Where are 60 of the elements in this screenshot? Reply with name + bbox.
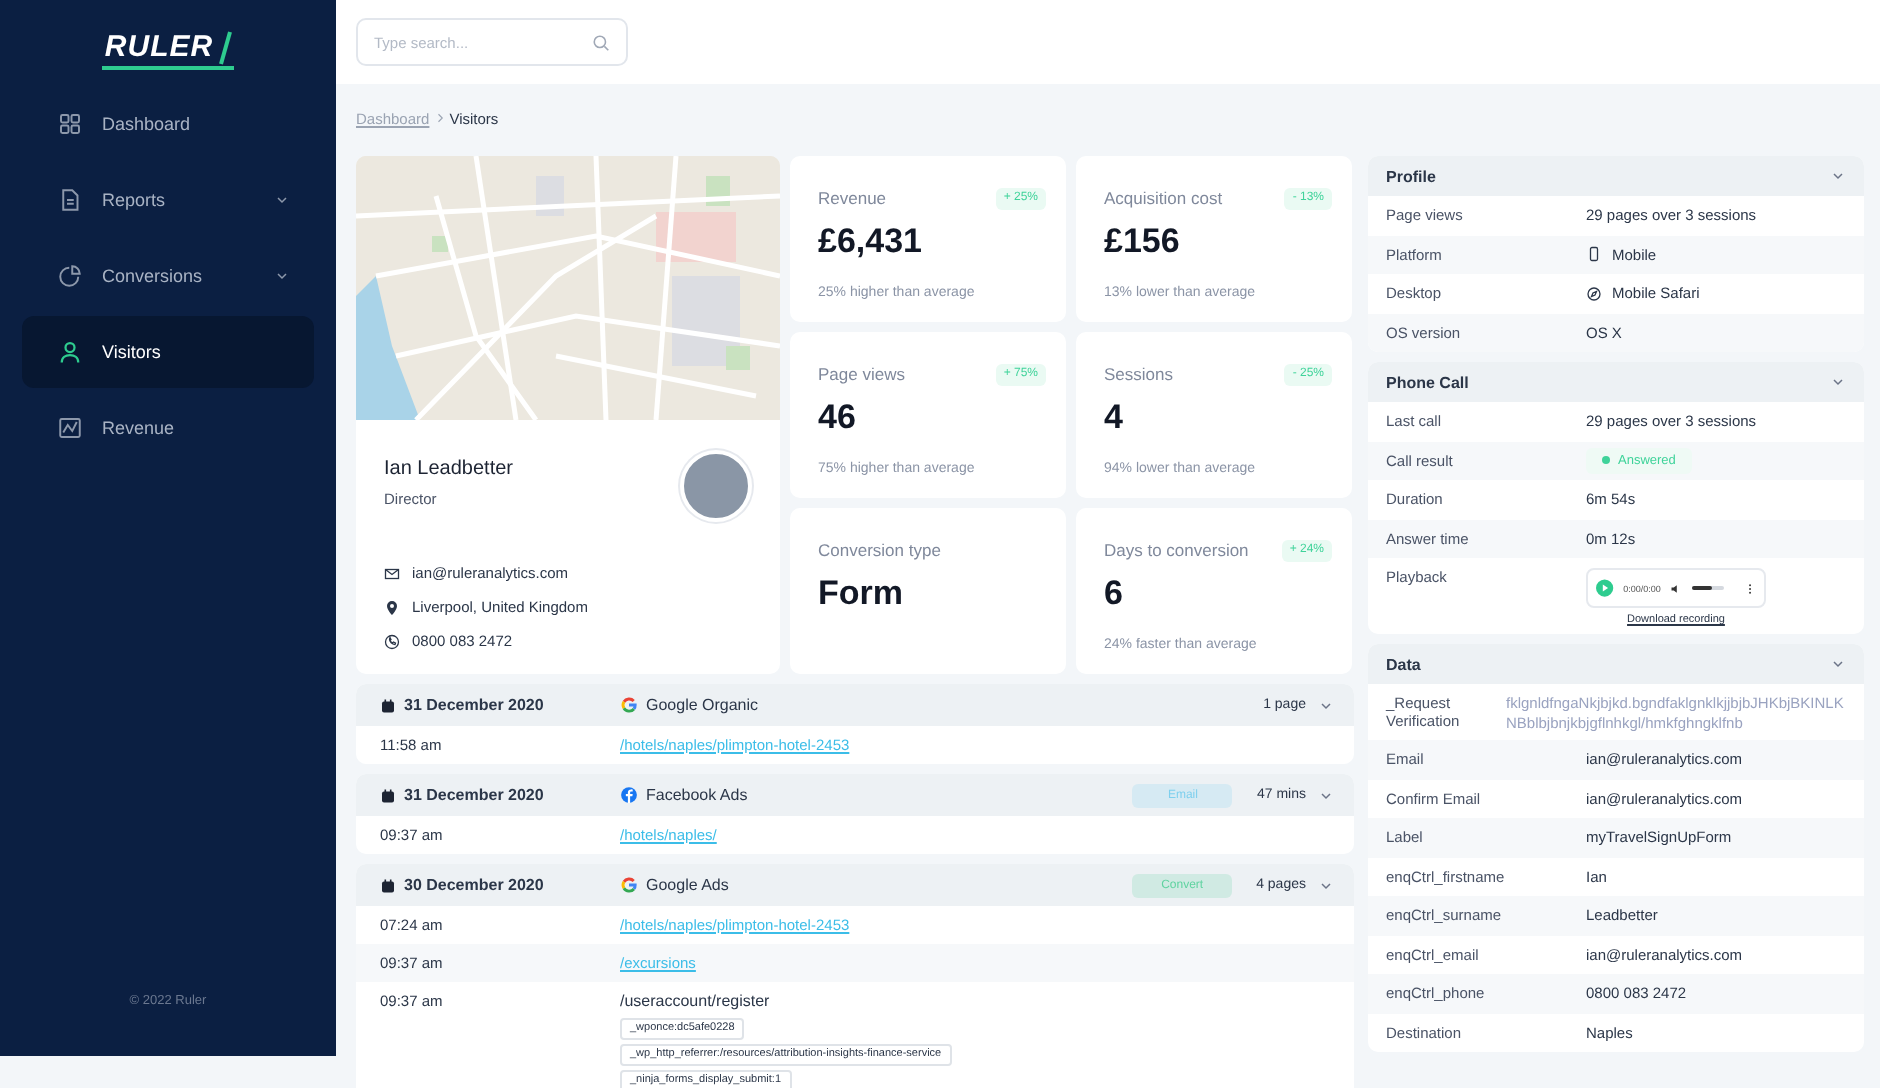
traffic-source: Google Organic (646, 696, 759, 714)
stat-label: Sessions (1104, 364, 1173, 386)
stat-label: Days to conversion (1104, 540, 1249, 562)
visitor-name: Ian Leadbetter (384, 458, 513, 480)
calendar-icon (380, 787, 396, 803)
stat-label: Revenue (818, 188, 887, 210)
traffic-source: Facebook Ads (646, 786, 748, 804)
session-date: 31 December 2020 (404, 786, 544, 804)
page-path: /useraccount/register (620, 992, 770, 1010)
chevron-down-icon (274, 268, 290, 284)
facebook-icon (620, 786, 638, 804)
sidebar-item[interactable]: Dashboard (22, 88, 314, 160)
chevron-down-icon[interactable] (1318, 877, 1334, 893)
session-date: 31 December 2020 (404, 696, 544, 714)
speaker-icon[interactable] (1670, 581, 1683, 595)
chevron-down-icon (1830, 656, 1846, 672)
calendar-icon (380, 877, 396, 893)
sidebar-item[interactable]: Visitors (22, 316, 314, 388)
user-icon (58, 340, 82, 364)
chevron-down-icon[interactable] (1318, 697, 1334, 713)
chevron-right-icon (433, 112, 446, 124)
envelope-icon (384, 565, 400, 581)
chart-icon (58, 416, 82, 440)
traffic-source: Google Ads (646, 876, 729, 894)
stat-label: Acquisition cost (1104, 188, 1223, 210)
panel-title: Data (1386, 655, 1421, 673)
stat-label: Conversion type (818, 540, 941, 562)
calendar-icon (380, 697, 396, 713)
phone-icon (384, 633, 400, 649)
chevron-down-icon (274, 192, 290, 208)
panel-header[interactable]: Profile (1368, 156, 1864, 196)
compass-icon (1586, 285, 1602, 302)
google-icon (620, 876, 638, 894)
smartphone-icon (1586, 246, 1602, 263)
panel-title: Profile (1386, 167, 1436, 185)
search-icon (592, 33, 610, 51)
chevron-down-icon[interactable] (1318, 787, 1334, 803)
panel-title: Phone Call (1386, 373, 1469, 391)
sidebar-item[interactable]: Conversions (22, 240, 314, 312)
pie-chart-icon (58, 264, 82, 288)
session-date: 30 December 2020 (404, 876, 544, 894)
document-icon (58, 188, 82, 212)
sidebar-item[interactable]: Revenue (22, 392, 314, 464)
logo: RULER (102, 30, 234, 70)
stat-value: 4 (1104, 398, 1125, 438)
sidebar-item[interactable]: Reports (22, 164, 314, 236)
stat-value: 6 (1104, 574, 1125, 614)
panel-header[interactable]: Phone Call (1368, 362, 1864, 402)
location-pin-icon (384, 599, 400, 615)
chevron-down-icon (1830, 168, 1846, 184)
google-icon (620, 696, 638, 714)
stat-value: £6,431 (818, 222, 924, 262)
avatar-placeholder (680, 450, 752, 522)
stat-value: £156 (1104, 222, 1182, 262)
grid-icon (58, 112, 82, 136)
panel-header[interactable]: Data (1368, 644, 1864, 684)
stat-value: Form (818, 574, 905, 614)
stat-value: 46 (818, 398, 858, 438)
chevron-down-icon (1830, 374, 1846, 390)
stat-label: Page views (818, 364, 905, 386)
